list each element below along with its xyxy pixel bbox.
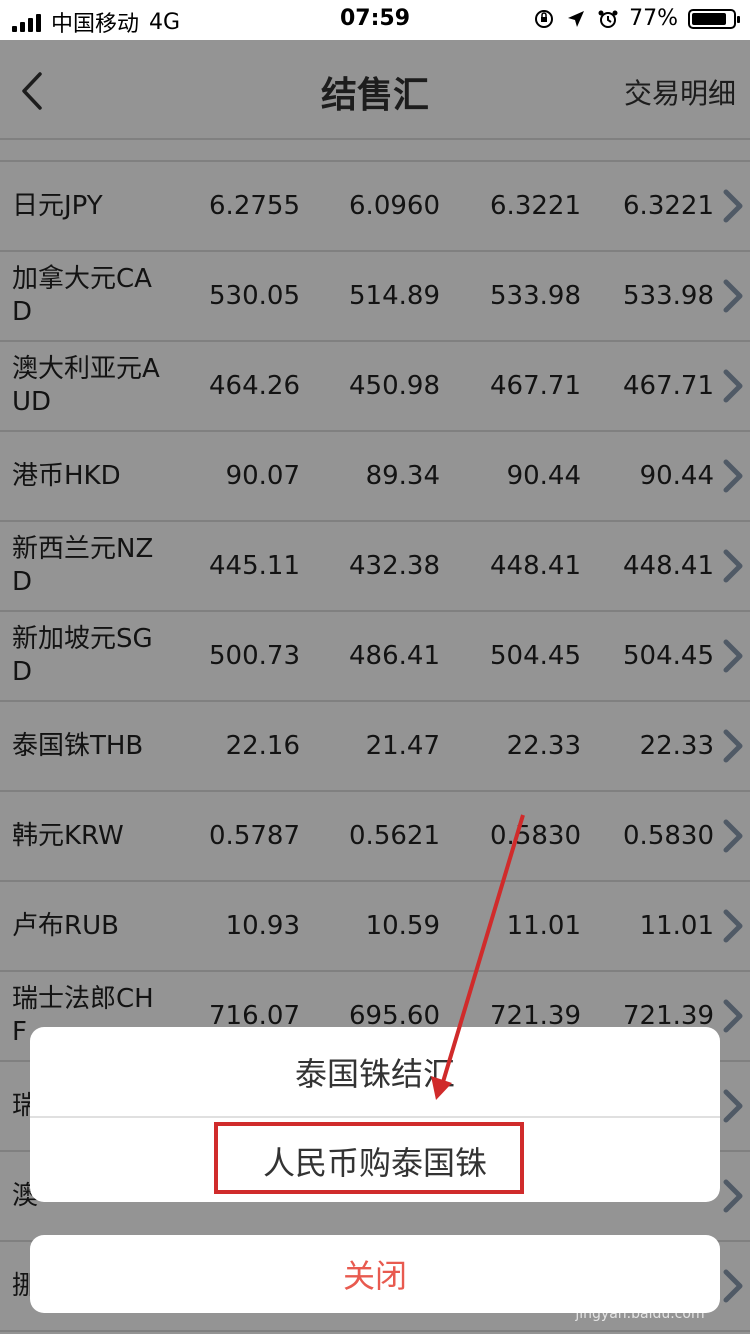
- status-right: 77%: [533, 6, 740, 31]
- watermark-url: jingyan.baidu.com: [575, 1306, 705, 1322]
- battery-percent: 77%: [629, 6, 678, 31]
- watermark-logo: Bai 经验: [578, 1270, 702, 1305]
- baidu-watermark: Bai 经验 jingyan.baidu.com: [570, 1262, 710, 1322]
- alarm-icon: [598, 10, 618, 28]
- orientation-lock-icon: [535, 9, 554, 28]
- highlight-box: [214, 1122, 524, 1194]
- status-bar: 中国移动 4G 07:59 77%: [0, 0, 750, 40]
- battery-icon: [688, 8, 740, 29]
- location-arrow-icon: [568, 10, 585, 27]
- thb-settlement-option[interactable]: 泰国铢结汇: [30, 1029, 720, 1115]
